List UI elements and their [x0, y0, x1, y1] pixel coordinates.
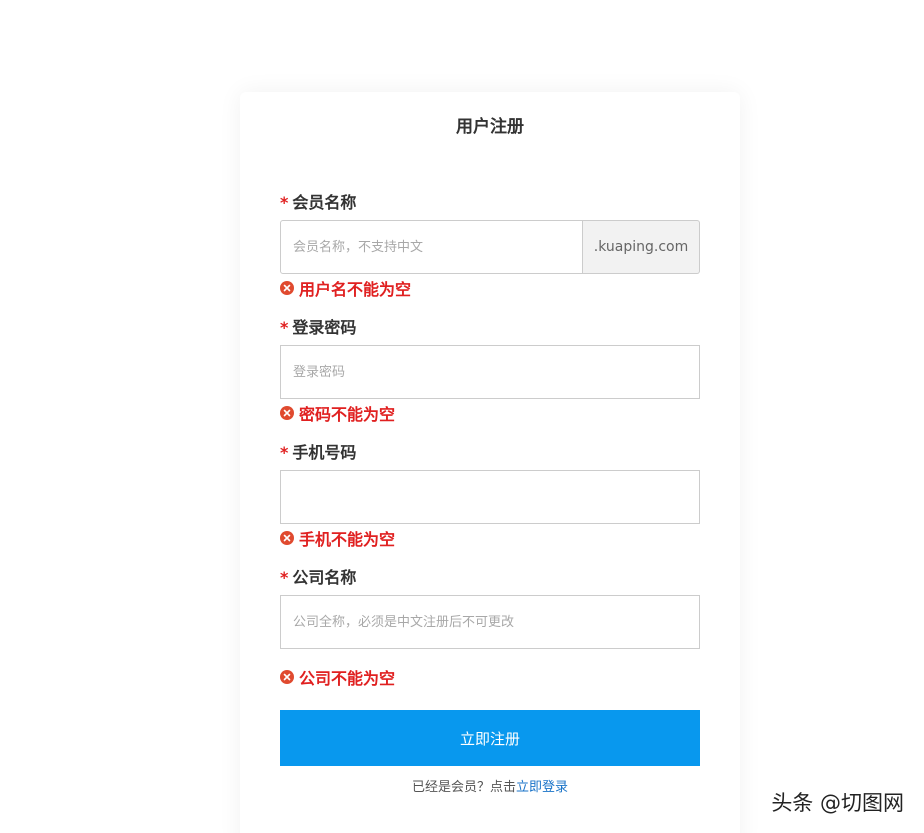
login-prompt-text: 已经是会员？点击 — [411, 780, 516, 795]
company-error-text: 公司不能为空 — [299, 669, 396, 688]
company-group: *公司名称 公司不能为空 — [280, 567, 700, 688]
member-name-input[interactable] — [280, 220, 583, 274]
phone-input-row — [280, 470, 700, 524]
phone-error-text: 手机不能为空 — [299, 530, 396, 549]
password-label-text: 登录密码 — [292, 318, 357, 337]
register-card: 用户注册 *会员名称 .kuaping.com 用户名不能为空 *登录密码 — [240, 92, 740, 833]
required-mark: * — [280, 568, 289, 587]
member-name-group: *会员名称 .kuaping.com 用户名不能为空 — [280, 192, 700, 299]
password-group: * 登录密码 密码不能为空 — [280, 317, 700, 424]
login-link[interactable]: 立即登录 — [516, 780, 568, 795]
error-circle-x-icon — [280, 406, 294, 420]
password-label: * 登录密码 — [280, 317, 700, 339]
required-mark: * — [280, 193, 289, 212]
domain-suffix: .kuaping.com — [583, 220, 700, 274]
company-label-text: 公司名称 — [292, 568, 357, 587]
error-circle-x-icon — [280, 281, 294, 295]
password-error-text: 密码不能为空 — [299, 405, 396, 424]
error-circle-x-icon — [280, 670, 294, 684]
password-input-row — [280, 345, 700, 399]
password-error: 密码不能为空 — [280, 403, 700, 424]
phone-label-text: 手机号码 — [292, 443, 357, 462]
company-input-row — [280, 595, 700, 649]
register-button[interactable]: 立即注册 — [280, 710, 700, 766]
member-name-label-text: 会员名称 — [292, 193, 357, 212]
company-error: 公司不能为空 — [280, 667, 700, 688]
page-title: 用户注册 — [456, 117, 524, 137]
member-name-label: * 会员名称 — [280, 192, 700, 214]
phone-group: * 手机号码 手机不能为空 — [280, 442, 700, 549]
member-name-error-text: 用户名不能为空 — [299, 280, 412, 299]
company-label: * 公司名称 — [280, 567, 700, 589]
required-mark: * — [280, 443, 289, 462]
page: 用户注册 *会员名称 .kuaping.com 用户名不能为空 *登录密码 — [0, 0, 924, 833]
error-circle-x-icon — [280, 531, 294, 545]
phone-error: 手机不能为空 — [280, 528, 700, 549]
member-name-input-row: .kuaping.com — [280, 220, 700, 274]
company-input[interactable] — [280, 595, 700, 649]
password-input[interactable] — [280, 345, 700, 399]
required-mark: * — [280, 318, 289, 337]
phone-input[interactable] — [280, 470, 700, 524]
watermark: 头条 @切图网 — [771, 791, 904, 815]
phone-label: * 手机号码 — [280, 442, 700, 464]
login-prompt: 已经是会员？点击立即登录 — [240, 776, 740, 795]
member-name-error: 用户名不能为空 — [280, 278, 700, 299]
